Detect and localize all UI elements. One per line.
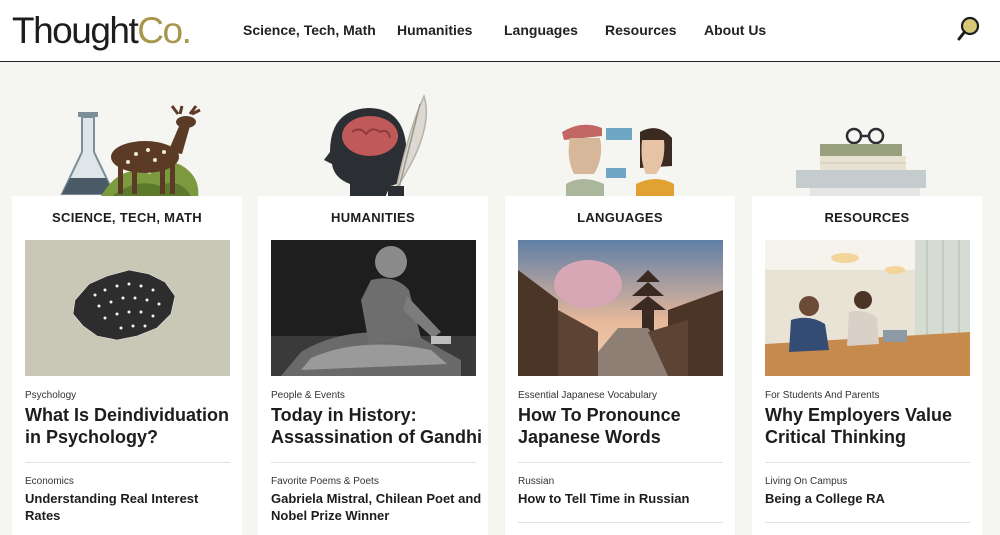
article-category[interactable]: Russian	[518, 476, 554, 487]
article-headline[interactable]: How to Tell Time in Russian	[518, 490, 730, 507]
article-category[interactable]: Psychology	[25, 390, 76, 401]
article-headline[interactable]: How To Pronounce Japanese Words	[518, 404, 730, 448]
article-category[interactable]: Favorite Poems & Poets	[271, 476, 379, 487]
article-headline[interactable]: Gabriela Mistral, Chilean Poet and Nobel…	[271, 490, 483, 524]
article-category[interactable]: Essential Japanese Vocabulary	[518, 390, 657, 401]
logo-text-co: Co.	[137, 10, 192, 51]
article-headline[interactable]: Why Employers Value Critical Thinking	[765, 404, 977, 448]
category-card-resources: RESOURCES For Students And Parents Why E…	[752, 196, 982, 535]
article-category[interactable]: Living On Campus	[765, 476, 847, 487]
nav-humanities[interactable]: Humanities	[397, 22, 472, 38]
article-category[interactable]: People & Events	[271, 390, 345, 401]
article-image-kyoto[interactable]	[518, 240, 723, 376]
article-image-office[interactable]	[765, 240, 970, 376]
card-title[interactable]: SCIENCE, TECH, MATH	[12, 210, 242, 225]
head-quill-illustration	[300, 92, 480, 204]
nav-about-us[interactable]: About Us	[704, 22, 766, 38]
card-title[interactable]: RESOURCES	[752, 210, 982, 225]
nav-resources[interactable]: Resources	[605, 22, 677, 38]
article-headline[interactable]: Being a College RA	[765, 490, 977, 507]
article-headline[interactable]: What Is Deindividuation in Psychology?	[25, 404, 237, 448]
nav-languages[interactable]: Languages	[504, 22, 578, 38]
article-category[interactable]: Economics	[25, 476, 74, 487]
site-header: ThoughtCo. Science, Tech, Math Humanitie…	[0, 0, 1000, 62]
card-title[interactable]: LANGUAGES	[505, 210, 735, 225]
search-icon[interactable]	[957, 16, 981, 42]
divider	[271, 462, 476, 463]
article-category[interactable]: For Students And Parents	[765, 390, 880, 401]
article-image-gandhi[interactable]	[271, 240, 476, 376]
divider	[25, 462, 230, 463]
divider	[765, 462, 970, 463]
site-logo[interactable]: ThoughtCo.	[12, 9, 192, 53]
divider	[518, 462, 723, 463]
card-title[interactable]: HUMANITIES	[258, 210, 488, 225]
category-card-languages: LANGUAGES Essential Japanese Vocabulary …	[505, 196, 735, 535]
article-headline[interactable]: Today in History: Assassination of Gandh…	[271, 404, 483, 448]
category-card-science: SCIENCE, TECH, MATH Psychology What Is D…	[12, 196, 242, 535]
category-card-humanities: HUMANITIES People & Events Today in Hist…	[258, 196, 488, 535]
nav-science-tech-math[interactable]: Science, Tech, Math	[243, 22, 376, 38]
divider	[765, 522, 970, 523]
logo-text-thought: Thought	[12, 10, 139, 51]
article-image-crowd[interactable]	[25, 240, 230, 376]
article-headline[interactable]: Understanding Real Interest Rates	[25, 490, 237, 524]
divider	[518, 522, 723, 523]
